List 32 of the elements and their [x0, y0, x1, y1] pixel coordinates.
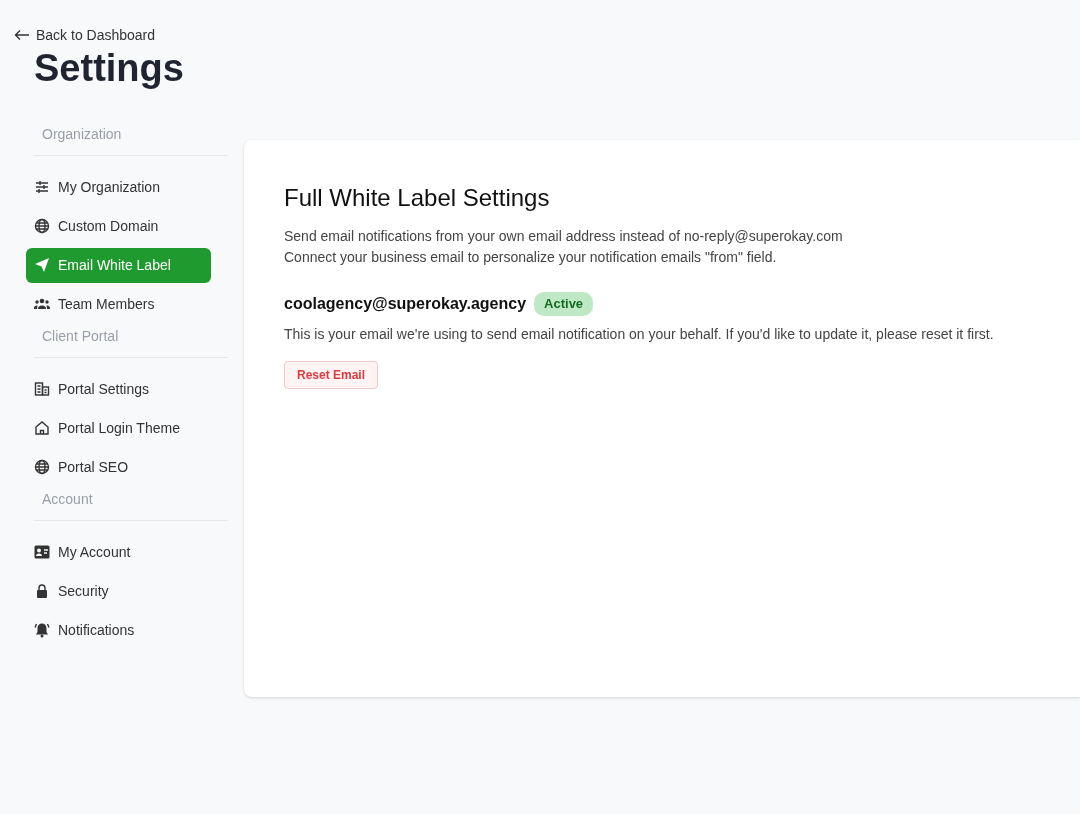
sidebar-item[interactable]: Email White Label	[26, 247, 211, 283]
section-heading: Account	[34, 488, 228, 521]
email-address: coolagency@superokay.agency	[284, 293, 527, 314]
status-badge: Active	[534, 292, 594, 316]
sliders-icon	[34, 179, 50, 196]
panel-title: Full White Label Settings	[284, 182, 551, 213]
globe-icon	[34, 218, 50, 235]
sidebar-item[interactable]: Portal Settings	[26, 371, 211, 407]
email-note: This is your email we're using to send email notification on your behalf. If you'd like to update it, please reset it first.	[284, 324, 995, 344]
sidebar-item[interactable]: My Organization	[26, 169, 211, 205]
id-card-icon	[34, 544, 50, 561]
section-heading: Organization	[34, 117, 228, 156]
bell-icon	[34, 622, 50, 639]
reset-email-button[interactable]: Reset Email	[284, 360, 379, 389]
description-text: Connect your business email to personalize your notification emails "from" field.	[284, 247, 778, 267]
sidebar-item[interactable]: Notifications	[26, 612, 211, 648]
arrow-left-icon	[14, 29, 30, 41]
sidebar-item[interactable]: Portal Login Theme	[26, 410, 211, 446]
paper-plane-icon	[34, 257, 50, 274]
building-icon	[34, 381, 50, 398]
globe-icon	[34, 459, 50, 476]
sidebar-item[interactable]: Security	[26, 573, 211, 609]
sidebar-item[interactable]: Custom Domain	[26, 208, 211, 244]
sidebar-item[interactable]: Team Members	[26, 286, 211, 322]
sidebar-item[interactable]: My Account	[26, 534, 211, 570]
page-title: Settings	[34, 48, 185, 90]
house-icon	[34, 420, 50, 437]
description-text: Send email notifications from your own email address instead of no-reply@superokay.com	[284, 226, 844, 246]
sidebar-item[interactable]: Portal SEO	[26, 449, 211, 485]
section-heading: Client Portal	[34, 325, 228, 358]
back-link[interactable]: Back to Dashboard	[14, 24, 156, 46]
lock-icon	[34, 583, 50, 600]
